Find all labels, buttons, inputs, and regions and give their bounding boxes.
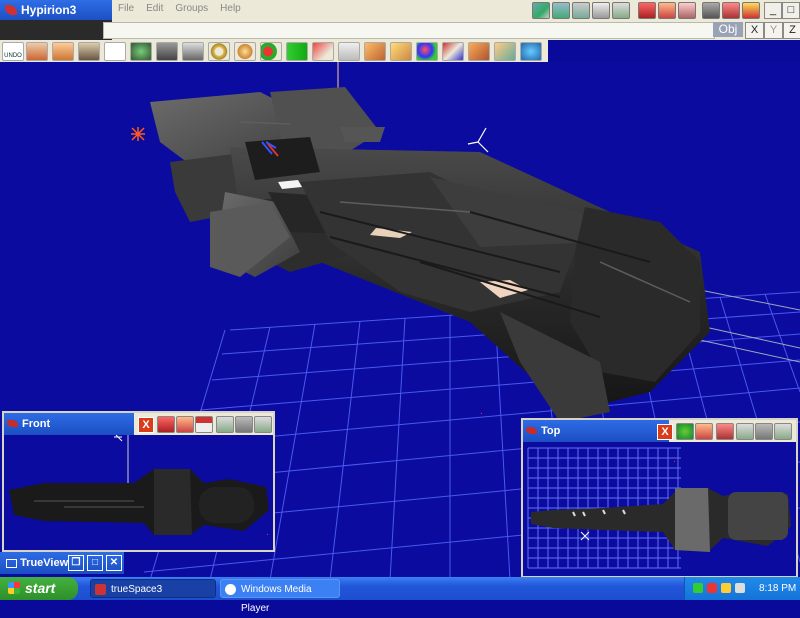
trueview-title: TrueView xyxy=(20,557,69,569)
app-title-bar: Hypirion3 xyxy=(0,0,112,20)
grid-icon[interactable] xyxy=(755,423,773,440)
render-icon[interactable] xyxy=(695,423,713,440)
clock[interactable]: 8:18 PM xyxy=(759,577,796,600)
path-icon[interactable] xyxy=(338,42,360,61)
landscape-icon[interactable] xyxy=(552,2,570,19)
balls-icon[interactable] xyxy=(260,42,282,61)
maximize-button[interactable]: □ xyxy=(782,2,800,19)
grid-icon[interactable] xyxy=(235,416,253,433)
menu-file[interactable]: File xyxy=(118,3,134,14)
render-options-icon[interactable] xyxy=(678,2,696,19)
light-icon xyxy=(131,127,145,141)
3d-icon[interactable] xyxy=(520,42,542,61)
front-panel-titlebar[interactable]: Front X xyxy=(4,413,273,435)
start-button[interactable]: start xyxy=(0,577,78,600)
tray-network-icon[interactable] xyxy=(693,583,703,593)
spaceship-model xyxy=(150,87,710,422)
tray-security-icon[interactable] xyxy=(707,583,717,593)
menu-bar: File Edit Groups Help xyxy=(112,0,530,20)
svg-text:.: . xyxy=(266,527,269,538)
system-tray: 8:18 PM xyxy=(684,577,800,600)
minimize-button[interactable]: _ xyxy=(764,2,782,19)
top-icon-bar: _ □ xyxy=(530,0,800,20)
front-view-panel[interactable]: Front X . xyxy=(2,411,275,552)
app-title: Hypirion3 xyxy=(21,3,77,17)
tray-volume-icon[interactable] xyxy=(735,583,745,593)
dumbbell-icon[interactable] xyxy=(286,42,308,61)
menu-edit[interactable]: Edit xyxy=(146,3,163,14)
windows-logo-icon xyxy=(8,582,20,594)
house-icon[interactable] xyxy=(195,416,213,433)
trueview-restore-button[interactable]: ❐ xyxy=(68,555,84,571)
link-icon[interactable] xyxy=(26,42,48,61)
flag-icon[interactable] xyxy=(716,423,734,440)
trueview-maximize-button[interactable]: □ xyxy=(87,555,103,571)
task-windows-media-player[interactable]: Windows Media Player xyxy=(220,579,340,614)
front-view-scene: . xyxy=(9,435,269,538)
trueview-window[interactable]: TrueView ❐ □ ✕ xyxy=(0,552,124,574)
monitor-icon[interactable] xyxy=(702,2,720,19)
figure-icon[interactable] xyxy=(774,423,792,440)
object-name-bar: Obj X Y Z xyxy=(0,20,800,40)
sphere-icon[interactable] xyxy=(234,42,256,61)
undo-button[interactable]: UNDO xyxy=(2,42,24,61)
3dr-icon[interactable] xyxy=(157,416,175,433)
trueview-close-button[interactable]: ✕ xyxy=(106,555,122,571)
taskbar: start trueSpace3 Windows Media Player 8:… xyxy=(0,577,800,614)
top-panel-close-button[interactable]: X xyxy=(657,424,673,440)
top-view-panel[interactable]: Top X . xyxy=(521,418,798,578)
z-axis-button[interactable]: Z xyxy=(783,22,800,39)
top-panel-titlebar[interactable]: Top X xyxy=(523,420,796,442)
front-panel-title: Front xyxy=(22,418,51,430)
plants-icon[interactable] xyxy=(572,2,590,19)
media-player-icon xyxy=(225,584,236,595)
tray-app-icon[interactable] xyxy=(721,583,731,593)
help-icon[interactable] xyxy=(742,2,760,19)
tool-icon[interactable] xyxy=(216,416,234,433)
camera-icon[interactable] xyxy=(532,2,550,19)
render-icon[interactable] xyxy=(176,416,194,433)
3dr-icon[interactable] xyxy=(638,2,656,19)
svg-text:.: . xyxy=(673,454,676,465)
truespace-logo-icon xyxy=(5,5,17,15)
wrap-icon[interactable] xyxy=(494,42,516,61)
spheres-icon[interactable] xyxy=(416,42,438,61)
bar-icon[interactable] xyxy=(364,42,386,61)
eye-move-icon[interactable] xyxy=(130,42,152,61)
menu-groups[interactable]: Groups xyxy=(175,3,208,14)
bones-icon[interactable] xyxy=(592,2,610,19)
render-icon[interactable] xyxy=(658,2,676,19)
svg-text:.: . xyxy=(480,406,483,417)
figure-icon[interactable] xyxy=(612,2,630,19)
cube-icon[interactable] xyxy=(52,42,74,61)
obj-button[interactable]: Obj xyxy=(713,22,743,37)
torus-icon[interactable] xyxy=(208,42,230,61)
paint-icon[interactable] xyxy=(468,42,490,61)
main-toolbar: UNDO xyxy=(0,40,548,62)
trueview-window-icon xyxy=(6,558,17,568)
task-truespace3[interactable]: trueSpace3 xyxy=(90,579,216,598)
joint-icon[interactable] xyxy=(312,42,334,61)
x-axis-button[interactable]: X xyxy=(745,22,764,39)
object-name-field[interactable] xyxy=(103,22,715,39)
top-panel-title: Top xyxy=(541,425,561,437)
pencil-icon[interactable] xyxy=(390,42,412,61)
figure-icon[interactable] xyxy=(254,416,272,433)
axis-icon[interactable] xyxy=(442,42,464,61)
flag-icon[interactable] xyxy=(722,2,740,19)
tool-icon[interactable] xyxy=(736,423,754,440)
truespace-icon xyxy=(95,584,106,595)
front-panel-close-button[interactable]: X xyxy=(138,417,154,433)
top-view-scene: . xyxy=(527,447,791,569)
arrow-down-icon[interactable] xyxy=(156,42,178,61)
box-icon[interactable] xyxy=(182,42,204,61)
globe-icon[interactable] xyxy=(676,423,694,440)
stack-icon[interactable] xyxy=(78,42,100,61)
menu-help[interactable]: Help xyxy=(220,3,241,14)
y-axis-button[interactable]: Y xyxy=(764,22,783,39)
axis-gizmo-icon xyxy=(467,127,489,153)
pointer-icon[interactable] xyxy=(104,42,126,61)
